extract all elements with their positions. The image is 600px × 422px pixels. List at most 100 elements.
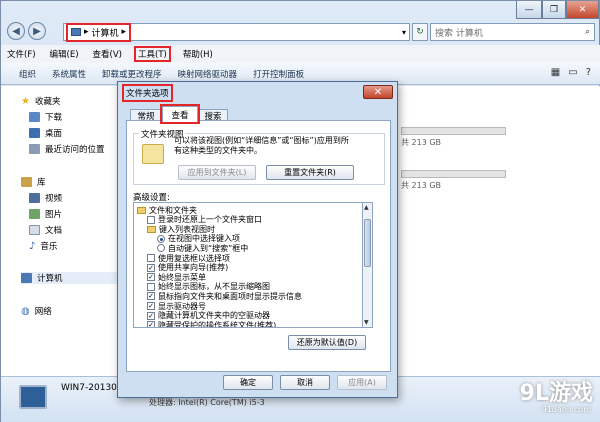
uninstall-program-button[interactable]: 卸载或更改程序: [102, 68, 162, 80]
organize-button[interactable]: 组织: [19, 68, 36, 80]
menu-view[interactable]: 查看(V): [93, 48, 122, 60]
setting-radio[interactable]: [157, 234, 165, 243]
menu-bar: 文件(F) 编辑(E) 查看(V) 工具(T) 帮助(H): [1, 45, 600, 63]
computer-icon: [21, 273, 32, 283]
setting-checkbox[interactable]: ✓: [147, 273, 155, 282]
nav-favorites[interactable]: ★ 收藏夹: [21, 95, 60, 108]
setting-checkbox[interactable]: ✓: [147, 292, 155, 301]
drive-size-text: 共 213 GB: [401, 138, 442, 147]
back-button[interactable]: ◀: [7, 22, 25, 40]
view-controls: ▦ ▭ ?: [551, 67, 591, 78]
breadcrumb-arrow-icon: ▸: [121, 27, 127, 37]
computer-large-icon: [19, 385, 47, 409]
cancel-button[interactable]: 取消: [280, 375, 330, 390]
scroll-down-icon[interactable]: ▼: [364, 319, 369, 326]
search-icon: ⌕: [584, 27, 590, 37]
network-icon: ◍: [21, 305, 30, 317]
setting-checkbox[interactable]: ✓: [147, 321, 155, 327]
title-bar: ◀ ▶ — ❐ ✕ ▸ 计算机 ▸ ▾ ↻ 搜索 计算机 ⌕: [1, 1, 600, 43]
forward-arrow-icon: ▶: [33, 25, 41, 37]
nav-pictures[interactable]: 图片: [29, 208, 62, 220]
preview-pane-icon[interactable]: ▭: [568, 67, 577, 78]
settings-row[interactable]: ✓ 隐藏受保护的操作系统文件(推荐): [147, 320, 277, 328]
refresh-icon: ↻: [416, 27, 424, 37]
apply-to-folders-button[interactable]: 应用到文件夹(L): [178, 165, 256, 180]
menu-file[interactable]: 文件(F): [7, 48, 36, 60]
folder-icon: [147, 225, 156, 233]
close-button[interactable]: ✕: [566, 1, 599, 19]
navigation-pane: ★ 收藏夹 下载 桌面 最近访问的位置 库 视频 图片 文档 ♪ 音乐 计算机 …: [1, 86, 122, 376]
folder-view-icon: [142, 144, 164, 164]
setting-checkbox[interactable]: ✓: [147, 311, 155, 320]
apply-button[interactable]: 应用(A): [337, 375, 387, 390]
map-drive-button[interactable]: 映射网络驱动器: [178, 68, 238, 80]
view-options-icon[interactable]: ▦: [551, 67, 560, 78]
search-input[interactable]: 搜索 计算机 ⌕: [430, 23, 595, 41]
setting-label: 隐藏受保护的操作系统文件(推荐): [158, 320, 277, 328]
nav-computer[interactable]: 计算机: [21, 272, 121, 284]
maximize-button[interactable]: ❐: [542, 1, 566, 19]
folder-views-description: 可以将该视图(例如“详细信息”或“图标”)应用到所有这种类型的文件夹中。: [174, 136, 349, 155]
search-placeholder: 搜索 计算机: [435, 28, 483, 39]
library-icon: [21, 177, 32, 187]
reset-folders-button[interactable]: 重置文件夹(R): [266, 165, 354, 180]
music-icon: ♪: [29, 240, 36, 252]
address-highlight: ▸ 计算机 ▸: [65, 22, 132, 42]
scrollbar-thumb[interactable]: [364, 219, 371, 267]
drive-size-text: 共 213 GB: [401, 181, 442, 190]
help-icon[interactable]: ?: [586, 67, 591, 78]
computer-name: WIN7-201304: [61, 383, 123, 393]
refresh-button[interactable]: ↻: [412, 23, 428, 41]
dialog-title: 文件夹选项: [122, 84, 173, 102]
downloads-icon: [29, 112, 40, 122]
system-properties-button[interactable]: 系统属性: [52, 68, 86, 80]
setting-checkbox[interactable]: [147, 282, 155, 291]
address-bar[interactable]: ▸ 计算机 ▸ ▾: [63, 22, 410, 42]
dialog-close-button[interactable]: ✕: [363, 85, 393, 99]
setting-checkbox[interactable]: [147, 254, 155, 262]
setting-checkbox[interactable]: ✓: [147, 302, 155, 310]
nav-libraries[interactable]: 库: [21, 176, 46, 188]
breadcrumb-computer[interactable]: 计算机: [92, 26, 119, 39]
open-control-panel-button[interactable]: 打开控制面板: [253, 68, 304, 80]
nav-videos[interactable]: 视频: [29, 192, 62, 204]
settings-scrollbar[interactable]: ▲ ▼: [363, 202, 373, 328]
advanced-settings-list[interactable]: 文件和文件夹 登录时还原上一个文件夹窗口 键入列表视图时 在视图中选择键入项 自动键入到…: [133, 202, 363, 328]
nav-desktop[interactable]: 桌面: [29, 127, 62, 139]
computer-icon: [71, 28, 81, 36]
setting-checkbox[interactable]: ✓: [147, 263, 155, 272]
minimize-button[interactable]: —: [516, 1, 542, 19]
menu-help[interactable]: 帮助(H): [183, 48, 213, 60]
address-dropdown-icon[interactable]: ▾: [402, 28, 406, 37]
setting-radio[interactable]: [157, 244, 165, 253]
processor-info: 处理器: Intel(R) Core(TM) i5-3: [149, 398, 265, 407]
desktop-icon: [29, 128, 40, 138]
menu-edit[interactable]: 编辑(E): [50, 48, 79, 60]
nav-music[interactable]: ♪ 音乐: [29, 240, 57, 253]
restore-defaults-button[interactable]: 还原为默认值(D): [288, 335, 366, 350]
nav-documents[interactable]: 文档: [29, 224, 62, 236]
drive-usage-bar: [401, 127, 506, 135]
nav-network[interactable]: ◍ 网络: [21, 305, 52, 318]
ok-button[interactable]: 确定: [223, 375, 273, 390]
scroll-up-icon[interactable]: ▲: [364, 204, 369, 211]
menu-tools[interactable]: 工具(T): [134, 46, 171, 62]
pictures-icon: [29, 209, 40, 219]
nav-recent[interactable]: 最近访问的位置: [29, 143, 105, 155]
watermark-site: 91danji.com: [541, 405, 591, 414]
star-icon: ★: [21, 95, 30, 107]
recent-places-icon: [29, 144, 40, 154]
folder-options-dialog: 文件夹选项 ✕ 常规 查看 搜索 文件夹视图 可以将该视图(例如“详细信息”或“…: [117, 81, 398, 398]
setting-checkbox[interactable]: [147, 215, 155, 224]
watermark: 9L游戏 91danji.com: [491, 373, 599, 421]
breadcrumb-arrow-icon: ▸: [84, 27, 89, 37]
forward-button[interactable]: ▶: [28, 22, 46, 40]
nav-downloads[interactable]: 下载: [29, 111, 62, 123]
back-arrow-icon: ◀: [12, 25, 20, 37]
folder-icon: [137, 206, 146, 214]
view-tab-panel: 文件夹视图 可以将该视图(例如“详细信息”或“图标”)应用到所有这种类型的文件夹…: [126, 120, 391, 372]
watermark-logo: 9L游戏: [519, 381, 593, 406]
documents-icon: [29, 225, 40, 235]
folder-views-group: 文件夹视图 可以将该视图(例如“详细信息”或“图标”)应用到所有这种类型的文件夹…: [133, 128, 385, 185]
tab-view[interactable]: 查看: [160, 104, 200, 124]
